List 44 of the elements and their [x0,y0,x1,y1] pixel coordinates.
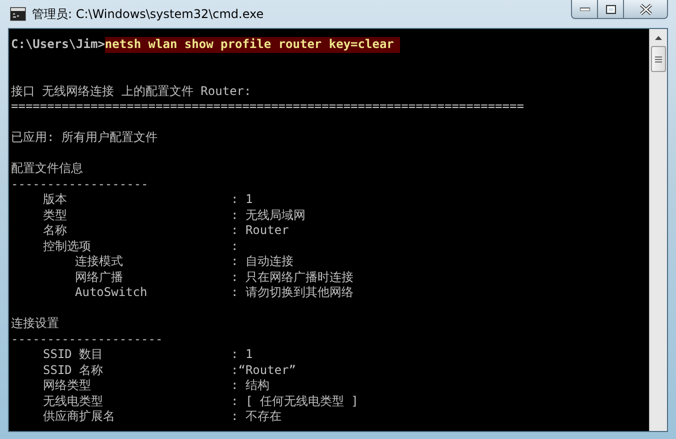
property-label: SSID 名称 [42,362,104,378]
property-value: : 自动连接 [231,254,294,270]
close-icon [640,4,652,14]
property-value: : Router [231,223,289,238]
property-value: : [231,238,238,254]
property-value: : [ 任何无线电类型 ] [231,394,358,409]
console-app-icon [10,7,26,21]
property-label: 供应商扩展名 [42,409,116,424]
property-value: : 只在网络广播时连接 [231,270,354,285]
separator-text: ======================================================================= [11,99,524,114]
maximize-button[interactable] [597,0,624,19]
maximize-icon [606,4,616,14]
scrollbar[interactable] [649,29,667,431]
property-value: : 不存在 [231,409,282,424]
property-value: : 请勿切换到其他网络 [231,285,354,300]
property-value: : 1 [231,347,253,362]
property-label: 网络广播 [74,270,124,285]
property-label: 连接模式 [74,254,124,270]
property-value: :“Router” [231,362,296,378]
property-label: 类型 [42,208,68,223]
separator-text: --------------------- [11,332,163,347]
property-label: 名称 [42,223,68,238]
close-button[interactable] [623,0,668,19]
scroll-thumb[interactable] [651,46,666,72]
property-label: 无线电类型 [42,394,104,409]
command-prompt: C:\Users\Jim> [11,37,105,52]
property-label: 控制选项 [42,238,92,254]
property-label: 版本 [42,192,68,208]
heading-text: 配置文件信息 [11,161,83,176]
property-label: 网络类型 [42,378,92,394]
property-value: : 结构 [231,378,270,394]
separator-text: ------------------- [11,176,148,192]
minimize-button[interactable] [571,0,598,19]
heading-text: 连接设置 [11,316,59,332]
property-label: SSID 数目 [42,347,104,362]
up-arrow-icon [655,36,662,40]
property-label: AutoSwitch [74,285,148,300]
heading-text: 接口 无线网络连接 上的配置文件 Router: [11,84,252,99]
heading-text: 已应用: 所有用户配置文件 [11,130,158,146]
minimize-icon [580,7,590,11]
command-text: netsh wlan show profile router key=clear [104,37,400,52]
window-title: 管理员: C:\Windows\system32\cmd.exe [32,6,265,22]
property-value: : 无线局域网 [231,208,306,223]
property-value: : 1 [231,192,253,208]
